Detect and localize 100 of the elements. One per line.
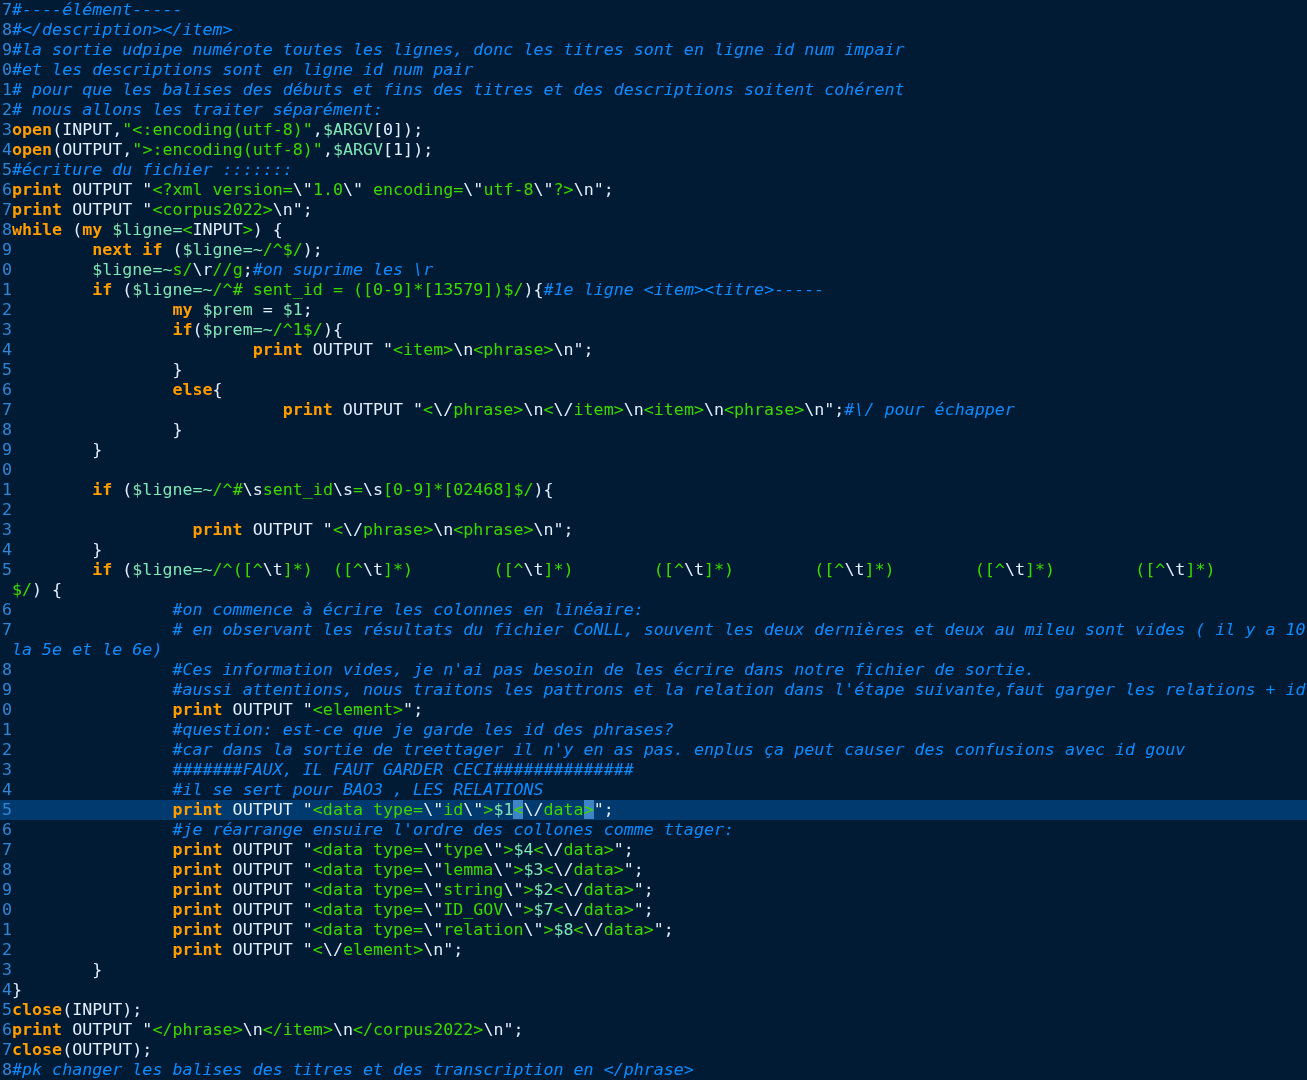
- code-line: $/) {: [12, 580, 63, 600]
- code-line: #question: est-ce que je garde les id des phrases?: [172, 720, 674, 740]
- code-line: #je réarrange ensuire l'ordre des collones comme ttager:: [172, 820, 734, 840]
- code-line: print OUTPUT "<data type=\"relation\">$8<\/data>";: [172, 920, 674, 940]
- code-line: print OUTPUT "<data type=\"type\">$4<\/data>";: [172, 840, 634, 860]
- code-line: #</description></item>: [12, 20, 233, 40]
- code-line: open(INPUT,"<:encoding(utf-8)",$ARGV[0]);: [12, 120, 424, 140]
- code-line: print OUTPUT "<?xml version=\"1.0\" encoding=\"utf-8\"?>\n";: [12, 180, 614, 200]
- code-line: print OUTPUT "<data type=\"id\">$1<\/data>";: [172, 800, 614, 820]
- code-line: }: [92, 540, 103, 560]
- code-line: print OUTPUT "<data type=\"ID_GOV\">$7<\/data>";: [172, 900, 654, 920]
- line-number: 0: [0, 900, 12, 920]
- line-number: 7: [0, 620, 12, 640]
- code-line: #et les descriptions sont en ligne id num pair: [12, 60, 474, 80]
- line-number: 3: [0, 120, 12, 140]
- line-number: 0: [0, 700, 12, 720]
- code-line: print OUTPUT "<\/phrase>\n<\/item>\n<item>\n<phrase>\n";#\/ pour échapper: [282, 400, 1015, 420]
- code-line: close(INPUT);: [12, 1000, 143, 1020]
- line-number: 4: [0, 140, 12, 160]
- line-number: 0: [0, 60, 12, 80]
- line-number: 2: [0, 940, 12, 960]
- code-line: next if ($ligne=~/^$/);: [92, 240, 323, 260]
- code-line: my $prem = $1;: [172, 300, 313, 320]
- line-number: 5: [0, 1000, 12, 1020]
- code-line: open(OUTPUT,">:encoding(utf-8)",$ARGV[1]);: [12, 140, 434, 160]
- line-number: 3: [0, 320, 12, 340]
- code-line: # en observant les résultats du fichier CoNLL, souvent les deux dernières et deux au mileu sont vides ( il y a 10: [172, 620, 1306, 640]
- code-line: if($prem=~/^1$/){: [172, 320, 343, 340]
- line-number: 7: [0, 1040, 12, 1060]
- code-line: print OUTPUT "<data type=\"lemma\">$3<\/data>";: [172, 860, 644, 880]
- code-line: }: [172, 420, 183, 440]
- line-number: 2: [0, 500, 12, 520]
- line-number: 2: [0, 740, 12, 760]
- line-number: 5: [0, 800, 12, 820]
- line-number: 6: [0, 1020, 12, 1040]
- line-number: 9: [0, 440, 12, 460]
- code-line: print OUTPUT "<\/element>\n";: [172, 940, 464, 960]
- code-line: # pour que les balises des débuts et fins des titres et des descriptions soitent cohérent: [12, 80, 905, 100]
- line-number: 1: [0, 80, 12, 100]
- line-number: 9: [0, 40, 12, 60]
- line-number: 1: [0, 480, 12, 500]
- code-line: #il se sert pour BAO3 , LES RELATIONS: [172, 780, 544, 800]
- code-line: #######FAUX, IL FAUT GARDER CECI##############: [172, 760, 634, 780]
- line-number: 7: [0, 840, 12, 860]
- line-number: 4: [0, 780, 12, 800]
- code-line: else{: [172, 380, 223, 400]
- line-number: 8: [0, 420, 12, 440]
- code-line: print OUTPUT "<data type=\"string\">$2<\/data>";: [172, 880, 654, 900]
- line-number: 8: [0, 20, 12, 40]
- line-number: 3: [0, 960, 12, 980]
- line-number: 9: [0, 880, 12, 900]
- code-line: #la sortie udpipe numérote toutes les lignes, donc les titres sont en ligne id num impair: [12, 40, 905, 60]
- line-number: 8: [0, 1060, 12, 1080]
- line-number: 6: [0, 380, 12, 400]
- code-line: print OUTPUT "<item>\n<phrase>\n";: [252, 340, 594, 360]
- code-line: #écriture du fichier :::::::: [12, 160, 293, 180]
- line-number: 3: [0, 760, 12, 780]
- code-line: if ($ligne=~/^# sent_id = ([0-9]*[13579])$/){#1e ligne <item><titre>-----: [92, 280, 825, 300]
- line-number: 7: [0, 400, 12, 420]
- code-line: #pk changer les balises des titres et des transcription en </phrase>: [12, 1060, 694, 1080]
- line-number: 6: [0, 820, 12, 840]
- line-number: 4: [0, 340, 12, 360]
- line-number: 8: [0, 660, 12, 680]
- code-line: close(OUTPUT);: [12, 1040, 153, 1060]
- line-number: 6: [0, 180, 12, 200]
- code-line: #Ces information vides, je n'ai pas besoin de les écrire dans notre fichier de sortie.: [172, 660, 1035, 680]
- line-number: 1: [0, 280, 12, 300]
- line-number: 5: [0, 560, 12, 580]
- line-number: 7: [0, 0, 12, 20]
- code-line: print OUTPUT "<corpus2022>\n";: [12, 200, 313, 220]
- line-number: 1: [0, 720, 12, 740]
- code-line: # nous allons les traiter séparément:: [12, 100, 384, 120]
- code-line: #----élément-----: [12, 0, 183, 20]
- line-number: 9: [0, 680, 12, 700]
- line-number: 4: [0, 540, 12, 560]
- code-line: }: [92, 960, 103, 980]
- line-number: 8: [0, 860, 12, 880]
- line-number: 9: [0, 240, 12, 260]
- code-line: $ligne=~s/\r//g;#on suprime les \r: [92, 260, 434, 280]
- code-line: while (my $ligne=<INPUT>) {: [12, 220, 283, 240]
- code-line: #car dans la sortie de treettager il n'y en as pas. enplus ça peut causer des confusions avec id gouv: [172, 740, 1186, 760]
- line-number: 0: [0, 260, 12, 280]
- line-number: 2: [0, 100, 12, 120]
- code-line: #aussi attentions, nous traitons les pattrons et la relation dans l'étape suivante,faut garger les relations + id: [172, 680, 1306, 700]
- code-line: la 5e et le 6e): [12, 640, 163, 660]
- line-number: 5: [0, 360, 12, 380]
- code-line: if ($ligne=~/^#\ssent_id\s=\s[0-9]*[02468]$/){: [92, 480, 554, 500]
- code-line: print OUTPUT "<element>";: [172, 700, 424, 720]
- code-line: print OUTPUT "</phrase>\n</item>\n</corpus2022>\n";: [12, 1020, 524, 1040]
- line-number: 5: [0, 160, 12, 180]
- code-line: }: [92, 440, 103, 460]
- code-line: #on commence à écrire les colonnes en linéaire:: [172, 600, 644, 620]
- line-number: 7: [0, 200, 12, 220]
- code-line: if ($ligne=~/^([^\t]*) ([^\t]*) ([^\t]*) ([^\t]*) ([^\t]*) ([^\t]*) ([^\t]*): [92, 560, 1216, 580]
- line-number: 3: [0, 520, 12, 540]
- line-number: 6: [0, 600, 12, 620]
- line-number: 1: [0, 920, 12, 940]
- line-number: 4: [0, 980, 12, 1000]
- code-line: }: [172, 360, 183, 380]
- line-number: 2: [0, 300, 12, 320]
